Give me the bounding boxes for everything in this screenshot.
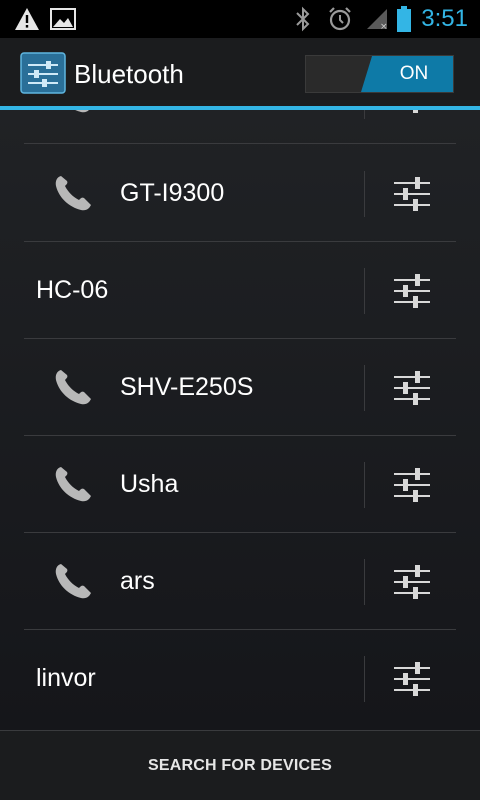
list-item[interactable]: SHV-E250S	[0, 339, 480, 436]
device-settings-button[interactable]	[372, 630, 452, 727]
divider	[364, 365, 365, 411]
divider	[364, 268, 365, 314]
warning-icon	[14, 0, 40, 38]
device-name: SHV-E250S	[120, 373, 254, 401]
row-divider	[24, 143, 456, 144]
bottom-action-bar: SEARCH FOR DEVICES	[0, 730, 480, 800]
device-settings-button[interactable]	[372, 533, 452, 630]
phone-icon	[51, 173, 95, 213]
list-item[interactable]: ars	[0, 533, 480, 630]
divider	[364, 110, 365, 119]
device-list[interactable]: GT-I9300 HC-06 SHV-E250S Usha ars linvor	[0, 110, 480, 730]
status-bar: × 3:51	[0, 0, 480, 38]
device-settings-button[interactable]	[372, 145, 452, 242]
phone-icon	[51, 110, 95, 115]
device-name: HC-06	[36, 276, 109, 304]
list-item[interactable]: GT-I9300	[0, 145, 480, 242]
device-name: Usha	[120, 470, 179, 498]
device-settings-button[interactable]	[372, 110, 452, 144]
image-icon	[50, 0, 76, 38]
svg-text:×: ×	[380, 22, 388, 31]
battery-icon	[394, 0, 414, 38]
device-settings-button[interactable]	[372, 339, 452, 436]
phone-icon	[51, 561, 95, 601]
list-item[interactable]: HC-06	[0, 242, 480, 339]
clock-time: 3:51	[421, 5, 468, 32]
action-bar: Bluetooth ON	[0, 38, 480, 110]
search-for-devices-button[interactable]: SEARCH FOR DEVICES	[0, 731, 480, 800]
list-item[interactable]	[0, 110, 480, 144]
toggle-label: ON	[399, 63, 429, 84]
phone-icon	[51, 367, 95, 407]
divider	[364, 462, 365, 508]
signal-off-icon: ×	[364, 0, 390, 38]
list-item[interactable]: linvor	[0, 630, 480, 727]
bluetooth-icon	[292, 0, 314, 38]
device-name: GT-I9300	[120, 179, 225, 207]
divider	[364, 559, 365, 605]
divider	[364, 656, 365, 702]
device-settings-button[interactable]	[372, 242, 452, 339]
settings-app-icon[interactable]	[20, 52, 66, 94]
device-settings-button[interactable]	[372, 436, 452, 533]
device-name: ars	[120, 567, 155, 595]
divider	[364, 171, 365, 217]
bluetooth-toggle[interactable]: ON	[305, 55, 454, 93]
phone-icon	[51, 464, 95, 504]
page-title: Bluetooth	[74, 59, 184, 89]
device-name: linvor	[36, 664, 96, 692]
list-item[interactable]: Usha	[0, 436, 480, 533]
alarm-icon	[326, 0, 354, 38]
